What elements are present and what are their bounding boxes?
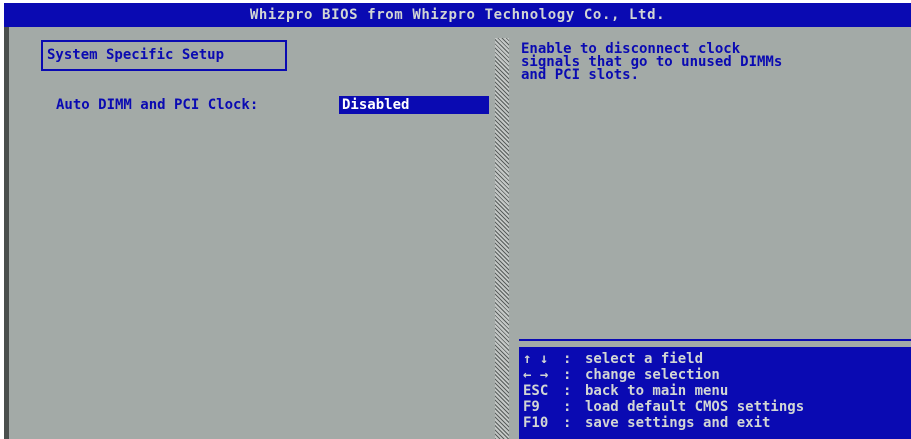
key-help-row: ← →: change selection [523,367,720,383]
key-separator: : [563,351,572,367]
bios-screen: Whizpro BIOS from Whizpro Technology Co.… [4,3,911,439]
key-help-row: ↑ ↓: select a field [523,351,703,367]
left-right-arrow-icon: ← → [523,367,549,383]
up-down-arrow-icon: ↑ ↓ [523,351,549,367]
panel-divider [495,38,509,439]
key-esc: ESC [523,383,549,399]
key-f9: F9 [523,399,540,415]
key-help-desc: load default CMOS settings [585,399,805,415]
key-help-panel: ↑ ↓: select a field ← →: change selection … [519,347,911,439]
key-f10: F10 [523,415,549,431]
title-bar: Whizpro BIOS from Whizpro Technology Co.… [4,3,911,27]
key-help-row: F9: load default CMOS settings [523,399,804,415]
key-separator: : [563,367,572,383]
help-text: Enable to disconnect clock signals that … [521,42,901,83]
key-help-desc: select a field [585,351,704,367]
auto-dimm-pci-clock-label: Auto DIMM and PCI Clock: [56,97,259,113]
auto-dimm-pci-clock-value[interactable]: Disabled [339,96,489,114]
key-separator: : [563,399,572,415]
section-title: System Specific Setup [41,40,287,71]
key-help-desc: back to main menu [585,383,729,399]
key-help-row: F10: save settings and exit [523,415,770,431]
key-help-rule [519,339,911,341]
key-separator: : [563,383,572,399]
help-text-line: and PCI slots. [521,67,640,83]
key-help-desc: change selection [585,367,720,383]
left-frame-border [4,27,9,439]
key-separator: : [563,415,572,431]
key-help-row: ESC: back to main menu [523,383,728,399]
key-help-desc: save settings and exit [585,415,771,431]
